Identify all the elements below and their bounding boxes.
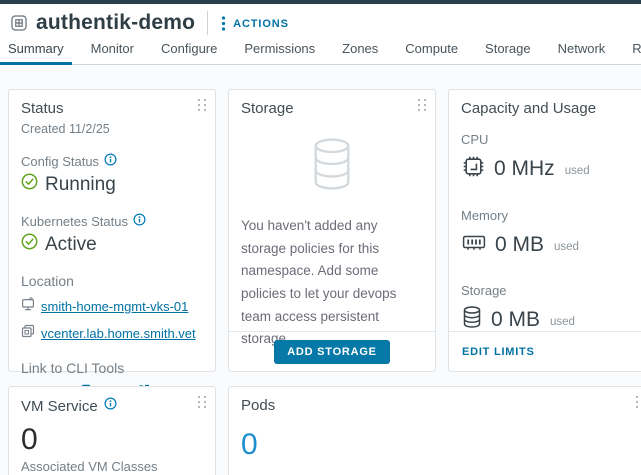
drag-handle-icon[interactable] — [636, 396, 641, 408]
storage-card-footer: ADD STORAGE — [229, 331, 435, 371]
tab-compute[interactable]: Compute — [397, 41, 466, 64]
pods-card: Pods 0 — [228, 386, 641, 475]
namespace-icon — [10, 14, 28, 32]
database-icon — [461, 305, 483, 334]
k8s-status-label: Kubernetes Status — [21, 213, 128, 229]
capacity-card-title: Capacity and Usage — [461, 100, 597, 117]
config-status-value: Running — [45, 173, 116, 195]
k8s-status-value: Active — [45, 233, 97, 255]
vm-service-card: VM Service 0 Associated VM Classes — [8, 386, 216, 475]
page-title: authentik-demo — [36, 11, 196, 34]
storage-card-title: Storage — [241, 100, 294, 117]
vcenter-icon — [21, 324, 35, 343]
storage-empty-state-icon — [241, 137, 423, 191]
kebab-menu-icon[interactable] — [221, 15, 226, 31]
drag-handle-icon[interactable] — [198, 396, 206, 408]
tab-configure[interactable]: Configure — [153, 41, 225, 64]
memory-used-value: 0 MB — [495, 232, 545, 256]
vcenter-link[interactable]: vcenter.lab.home.smith.vet — [41, 326, 196, 341]
tab-zones[interactable]: Zones — [334, 41, 386, 64]
storage-card: Storage You haven't added any storage po… — [228, 89, 436, 372]
storage-usage-label: Storage — [461, 283, 507, 298]
add-storage-button[interactable]: ADD STORAGE — [274, 339, 390, 364]
location-label: Location — [21, 273, 74, 289]
k8s-status-label-row: Kubernetes Status — [21, 213, 203, 229]
cpu-used-value: 0 MHz — [494, 157, 555, 180]
config-status-label-row: Config Status — [21, 153, 203, 169]
vm-classes-count: 0 — [21, 423, 38, 456]
cpu-icon — [461, 154, 486, 184]
cpu-used-suffix: used — [564, 165, 590, 177]
actions-button[interactable]: ACTIONS — [233, 16, 289, 30]
cluster-link-row: smith-home-mgmt-vks-01 — [21, 297, 203, 316]
info-icon[interactable] — [104, 397, 117, 415]
page-header: authentik-demo ACTIONS — [0, 4, 641, 44]
pods-count: 0 — [241, 428, 258, 461]
created-date: Created 11/2/25 — [21, 122, 110, 136]
tab-storage[interactable]: Storage — [477, 41, 539, 64]
tab-summary[interactable]: Summary — [0, 41, 72, 65]
storage-usage-group: Storage 0 MB used — [461, 283, 641, 334]
pods-card-title: Pods — [241, 397, 276, 414]
dashboard-content: Status Created 11/2/25 Config Status Run… — [0, 65, 641, 475]
config-status-value-row: Running — [21, 173, 203, 196]
k8s-status-value-row: Active — [21, 233, 203, 256]
info-icon[interactable] — [104, 153, 117, 169]
cpu-label: CPU — [461, 132, 489, 147]
cluster-link[interactable]: smith-home-mgmt-vks-01 — [41, 299, 188, 314]
vm-classes-subtitle: Associated VM Classes — [21, 459, 158, 474]
memory-used-suffix: used — [554, 240, 579, 253]
success-check-icon — [21, 173, 38, 196]
capacity-usage-card: Capacity and Usage CPU 0 MHz used Memory — [448, 89, 641, 372]
memory-icon — [461, 230, 487, 259]
edit-limits-button[interactable]: EDIT LIMITS — [462, 346, 535, 358]
cpu-usage-group: CPU 0 MHz used — [461, 132, 641, 184]
vcenter-link-row: vcenter.lab.home.smith.vet — [21, 324, 203, 343]
tab-monitor[interactable]: Monitor — [83, 41, 142, 64]
storage-used-value: 0 MB — [491, 307, 541, 331]
drag-handle-icon[interactable] — [418, 99, 426, 111]
tab-resources[interactable]: Resources — [624, 41, 641, 64]
vm-service-card-title: VM Service — [21, 397, 98, 415]
success-check-icon — [21, 233, 38, 256]
cluster-icon — [21, 297, 35, 316]
config-status-label: Config Status — [21, 153, 100, 169]
info-icon[interactable] — [133, 213, 146, 229]
status-card: Status Created 11/2/25 Config Status Run… — [8, 89, 216, 399]
header-divider — [207, 11, 209, 35]
storage-used-suffix: used — [550, 315, 575, 328]
cli-tools-label: Link to CLI Tools — [21, 360, 125, 376]
memory-label: Memory — [461, 208, 508, 223]
capacity-card-footer: EDIT LIMITS — [449, 331, 641, 371]
status-card-title: Status — [21, 100, 64, 117]
memory-usage-group: Memory 0 MB used — [461, 208, 641, 259]
tab-network[interactable]: Network — [550, 41, 614, 64]
tab-permissions[interactable]: Permissions — [236, 41, 323, 64]
drag-handle-icon[interactable] — [198, 99, 206, 111]
tab-bar: Summary Monitor Configure Permissions Zo… — [0, 41, 641, 65]
